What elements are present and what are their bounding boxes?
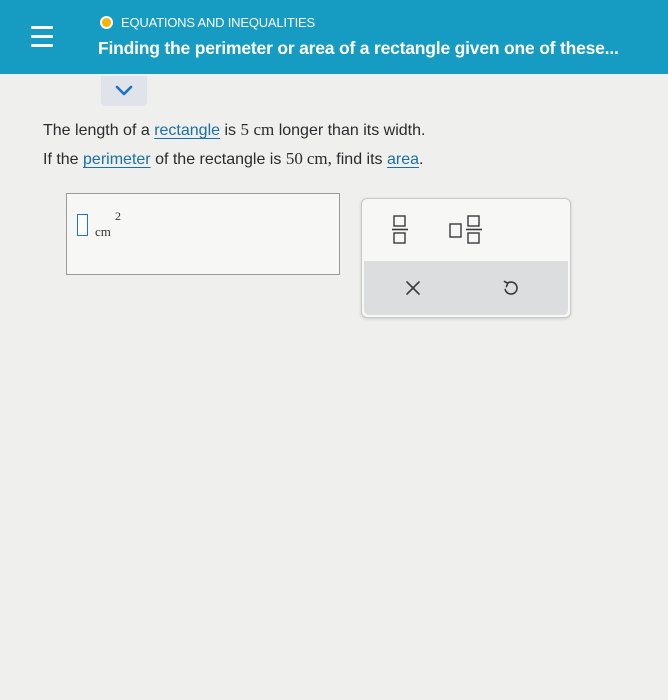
undo-icon — [503, 280, 518, 295]
menu-icon[interactable] — [24, 18, 60, 54]
mixed-number-icon — [449, 215, 482, 244]
mixed-number-button[interactable] — [446, 209, 486, 249]
topic-label: EQUATIONS AND INEQUALITIES — [121, 15, 315, 30]
answer-unit-exponent: 2 — [115, 209, 121, 223]
fraction-button[interactable] — [386, 209, 414, 249]
answer-input[interactable] — [77, 214, 88, 236]
question-line-2: If the perimeter of the rectangle is 50 c… — [43, 149, 424, 168]
topic-row: EQUATIONS AND INEQUALITIES — [100, 15, 315, 30]
clear-x-icon — [406, 281, 420, 295]
collapse-toggle-button[interactable] — [101, 76, 147, 106]
perimeter-link[interactable]: perimeter — [83, 151, 151, 168]
math-toolbox — [361, 198, 571, 318]
undo-button[interactable] — [494, 271, 528, 305]
header-bar: EQUATIONS AND INEQUALITIES Finding the p… — [0, 0, 668, 74]
question-text: The length of a rectangle is 5 cm longer… — [43, 116, 425, 174]
length-difference-unit: cm — [253, 120, 275, 139]
perimeter-unit: cm, — [306, 149, 332, 168]
area-link[interactable]: area — [387, 151, 419, 168]
perimeter-value: 50 — [285, 149, 303, 168]
rectangle-link[interactable]: rectangle — [154, 122, 220, 139]
toolbox-top-row — [362, 199, 570, 259]
answer-box: cm 2 — [66, 193, 340, 275]
length-difference-value: 5 — [240, 120, 250, 139]
fraction-icon — [392, 215, 408, 244]
page-title: Finding the perimeter or area of a recta… — [98, 38, 619, 58]
toolbox-bottom-row — [364, 261, 568, 315]
answer-unit: cm — [95, 224, 111, 239]
chevron-down-icon — [115, 85, 133, 96]
clear-button[interactable] — [396, 271, 430, 305]
question-line-1: The length of a rectangle is 5 cm longer… — [43, 120, 426, 139]
topic-status-icon — [100, 16, 113, 29]
